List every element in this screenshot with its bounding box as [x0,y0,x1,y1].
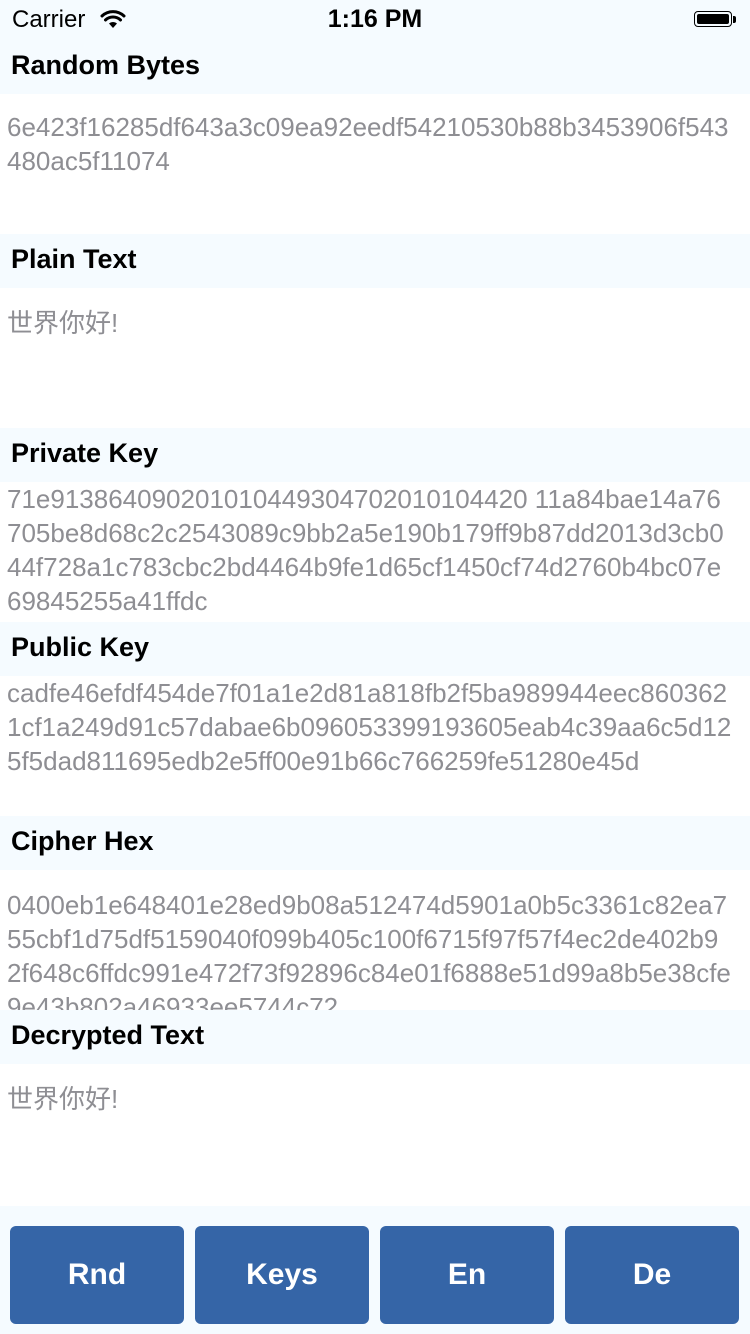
private-key-field[interactable]: 71e913864090201010449304702010104420 11a… [0,482,750,622]
action-button-bar: Rnd Keys En De [0,1206,750,1334]
public-key-value: cadfe46efdf454de7f01a1e2d81a818fb2f5ba98… [7,678,732,776]
clock: 1:16 PM [327,5,423,33]
plain-text-title: Plain Text [11,244,137,274]
private-key-header: Private Key [0,428,750,482]
public-key-title: Public Key [11,632,150,662]
plain-text-header: Plain Text [0,234,750,288]
decrypt-button[interactable]: De [565,1226,739,1324]
encrypt-button[interactable]: En [380,1226,554,1324]
random-bytes-value: 6e423f16285df643a3c09ea92eedf54210530b88… [7,112,729,176]
plain-text-value: 世界你好! [7,308,119,338]
private-key-value: 71e913864090201010449304702010104420 11a… [7,484,724,616]
public-key-header: Public Key [0,622,750,676]
cipher-hex-value: 0400eb1e648401e28ed9b08a512474d5901a0b5c… [7,890,731,1010]
decrypted-text-title: Decrypted Text [11,1020,205,1050]
random-bytes-field[interactable]: 6e423f16285df643a3c09ea92eedf54210530b88… [0,94,750,234]
decrypted-text-header: Decrypted Text [0,1010,750,1064]
random-bytes-title: Random Bytes [11,50,201,80]
cipher-hex-field[interactable]: 0400eb1e648401e28ed9b08a512474d5901a0b5c… [0,870,750,1010]
public-key-field[interactable]: cadfe46efdf454de7f01a1e2d81a818fb2f5ba98… [0,676,750,816]
rnd-button[interactable]: Rnd [10,1226,184,1324]
keys-button[interactable]: Keys [195,1226,369,1324]
cipher-hex-title: Cipher Hex [11,826,154,856]
random-bytes-header: Random Bytes [0,40,750,94]
decrypted-text-field[interactable]: 世界你好! [0,1064,750,1206]
decrypted-text-value: 世界你好! [7,1084,119,1114]
plain-text-field[interactable]: 世界你好! [0,288,750,428]
battery-icon [694,11,738,29]
private-key-title: Private Key [11,438,159,468]
status-bar: Carrier 1:16 PM [0,0,750,40]
cipher-hex-header: Cipher Hex [0,816,750,870]
